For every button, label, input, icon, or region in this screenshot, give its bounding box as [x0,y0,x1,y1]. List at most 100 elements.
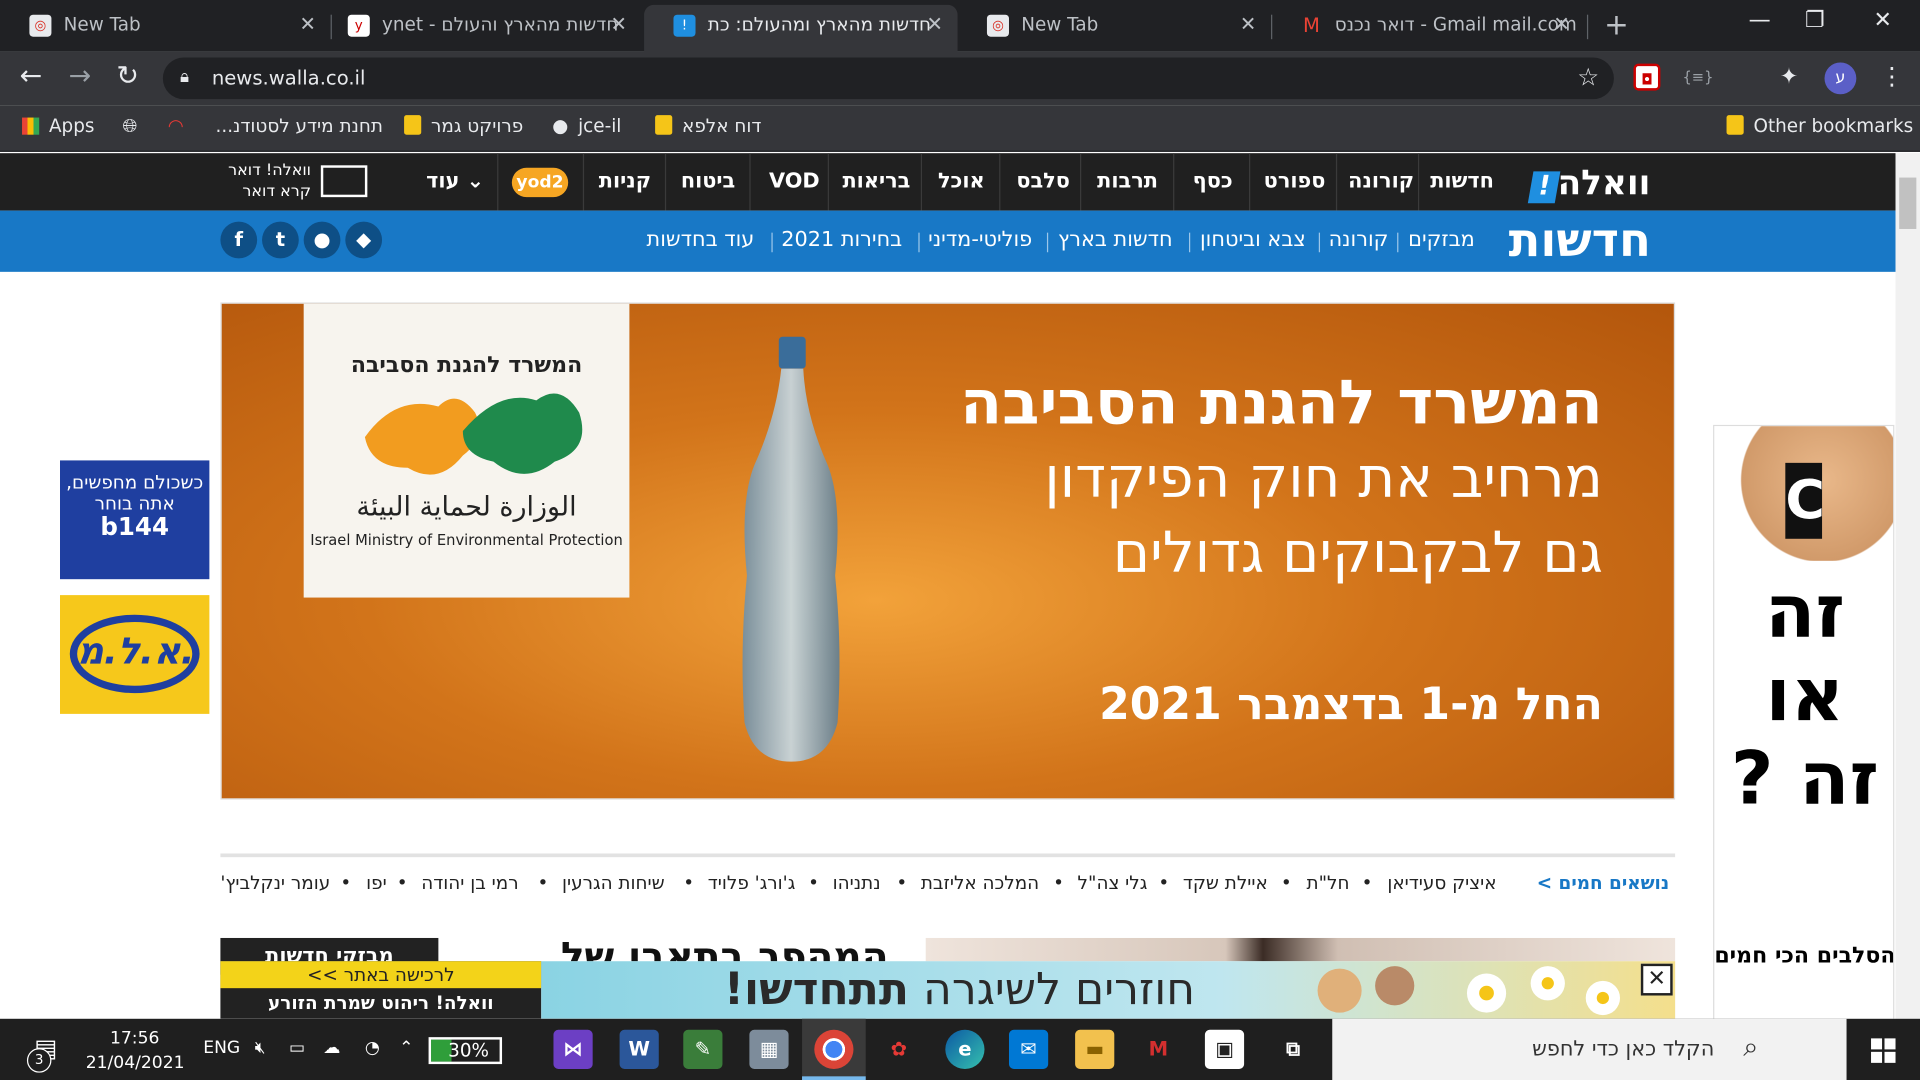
back-arrow-icon[interactable]: ← [20,61,43,92]
profile-avatar[interactable]: ע [1824,62,1857,95]
yod2-logo[interactable]: yod2 [511,167,569,198]
notepad-plus-icon[interactable]: ✎ [683,1029,723,1069]
task-view-icon[interactable]: ⧉ [1273,1030,1312,1069]
nav-corona[interactable]: קורונה [1348,169,1414,193]
scrollbar-thumb[interactable] [1899,177,1917,229]
subnav-security[interactable]: צבא וביטחון [1200,228,1306,252]
close-tab-icon[interactable]: ✕ [1240,5,1256,44]
image-viewer-icon[interactable]: ▦ [749,1029,789,1069]
other-bookmarks[interactable]: Other bookmarks [1726,115,1913,137]
apple-icon[interactable]: ● [303,221,341,259]
bookmark-apps[interactable]: Apps [22,115,94,137]
facebook-icon[interactable]: f [220,221,258,259]
windows-start-icon[interactable] [1871,1038,1896,1063]
nav-money[interactable]: כסף [1193,169,1233,193]
section-title[interactable]: חדשות [1509,213,1651,267]
bookmark-lips[interactable]: ◠ [168,115,184,137]
reload-icon[interactable]: ↻ [116,61,139,92]
bottom-sticky-ad[interactable]: לרכישה באתר >> וואלה! ריהוט שמרת הזורע ח… [220,961,1676,1019]
store-icon[interactable]: ▣ [1204,1029,1245,1069]
close-tab-icon[interactable]: ✕ [611,5,627,44]
language-indicator[interactable]: ENG [203,1038,240,1058]
system-clock[interactable]: 17:56 21/04/2021 [86,1026,185,1075]
subnav-corona[interactable]: קורונה [1329,228,1389,252]
bookmark-student-info[interactable]: תחנת מידע לסטודנ... [216,115,383,137]
bookmark-jce-il[interactable]: ● jce-il [552,115,621,137]
hot-topic-item[interactable]: שיחות הגרעין [562,872,665,894]
close-ad-button[interactable]: ✕ [1640,963,1673,996]
subnav-israel-news[interactable]: חדשות בארץ [1058,228,1173,252]
subnav-elections[interactable]: בחירות 2021 [781,228,902,252]
close-tab-icon[interactable]: ✕ [1553,5,1569,44]
bookmark-alpha-report[interactable]: דוח אלפא [655,115,761,137]
edge-icon[interactable]: e [945,1029,985,1069]
bookmark-globe[interactable]: 🌐︎ [122,115,137,137]
battery-small-icon[interactable]: ▭ [289,1038,305,1058]
subnav-politics[interactable]: פוליטי-מדיני [928,228,1032,252]
chevron-up-icon[interactable]: ⌃ [399,1038,413,1058]
tab-walla[interactable]: ! חדשות מהארץ ומהעולם: כת ✕ [644,4,958,52]
hot-topic-item[interactable]: רמי בן יהודה [421,872,518,894]
nav-food[interactable]: אוכל [938,169,985,193]
file-explorer-icon[interactable]: ▬ [1075,1029,1115,1069]
tab-ynet[interactable]: y ynet - חדשות מהארץ והעולם ✕ [331,5,642,52]
hot-topic-item[interactable]: גלי צה"ל [1078,872,1148,894]
walla-logo[interactable]: וואלה! [1526,163,1650,204]
forward-arrow-icon[interactable]: → [69,61,92,92]
nav-insurance[interactable]: ביטוח [681,169,735,193]
hot-topic-item[interactable]: המלכה אליזבת [921,872,1039,894]
chrome-taskbar-icon[interactable] [814,1029,854,1069]
menu-kebab-icon[interactable]: ⋮ [1880,61,1904,90]
nav-shopping[interactable]: קניות [599,169,651,193]
hot-topic-item[interactable]: איילת שקד [1183,872,1268,894]
restore-icon[interactable]: ❐ [1805,7,1825,33]
mail-icon[interactable]: ✉ [1008,1029,1049,1069]
nav-sport[interactable]: ספורט [1264,169,1326,193]
extension-json-icon[interactable]: {≡} [1682,64,1713,91]
hot-topics-title[interactable]: נושאים חמים > [1537,872,1669,894]
hot-topic-item[interactable]: חל"ת [1307,872,1350,894]
nav-vod[interactable]: VOD [769,169,820,193]
b144-ad[interactable]: כשכולם מחפשים, אתה בוחר b144 [60,460,210,580]
hot-topic-item[interactable]: איציק סעידיאן [1387,872,1496,894]
hot-topic-item[interactable]: יפו [366,872,387,894]
nav-culture[interactable]: תרבות [1097,169,1158,193]
subnav-flashes[interactable]: מבזקים [1408,228,1475,252]
tab-new-tab-2[interactable]: ◎ New Tab ✕ [958,5,1271,52]
visual-studio-icon[interactable]: ⋈ [553,1029,593,1069]
furniture-ad-cta[interactable]: לרכישה באתר >> וואלה! ריהוט שמרת הזורע [220,961,542,1019]
hot-topic-item[interactable]: ג'ורג' פלויד [708,872,796,894]
nav-celebs[interactable]: סלבס [1016,169,1070,193]
word-icon[interactable]: W [619,1029,659,1069]
celebs-side-ad[interactable]: C זה או זה ? הסלבים הכי חמים [1713,424,1895,1019]
address-bar[interactable]: 🔒︎ news.walla.co.il ☆ [162,57,1614,100]
cloud-error-icon[interactable]: ☁ [323,1038,340,1058]
subnav-more-news[interactable]: עוד בחדשות [647,228,755,252]
bookmark-final-project[interactable]: פרויקט גמר [404,115,523,137]
tab-gmail[interactable]: M דואר נכנס - Gmail ‏mail.com ✕ [1271,5,1584,52]
walla-mail-link[interactable]: וואלה! דואר קרא דואר [225,160,311,202]
extension-shield-icon[interactable]: ◘ [1633,63,1661,91]
ministry-ad-banner[interactable]: המשרד להגנת הסביבה الوزارة لحماية البيئة… [220,302,1676,800]
mcafee-icon[interactable]: M [1139,1030,1178,1069]
volume-muted-icon[interactable]: 🔇︎ [255,1038,266,1058]
twitter-icon[interactable]: t [262,221,299,259]
hot-topic-item[interactable]: עומר ינקלביץ' [220,872,330,894]
close-tab-icon[interactable]: ✕ [300,5,316,44]
close-window-icon[interactable]: ✕ [1873,7,1891,33]
battery-percentage[interactable]: 30% [428,1037,503,1065]
wifi-icon[interactable]: ◔ [365,1038,380,1058]
nav-more[interactable]: ⌄ עוד [426,169,484,193]
bookmark-star-icon[interactable]: ☆ [1577,62,1599,91]
extensions-puzzle-icon[interactable]: ✦ [1776,64,1803,91]
nav-news[interactable]: חדשות [1430,169,1494,193]
tab-new-tab-1[interactable]: ◎ New Tab ✕ [0,5,331,52]
minimize-icon[interactable]: — [1749,7,1771,33]
close-tab-icon[interactable]: ✕ [926,5,942,44]
envelope-icon[interactable] [320,165,368,198]
nav-health[interactable]: בריאות [842,169,910,193]
hot-topic-item[interactable]: נתניהו [833,872,881,894]
paint-icon[interactable]: ✿ [879,1030,918,1069]
alm-ad[interactable]: א.ל.מ. [60,595,210,714]
new-tab-button[interactable]: + [1604,7,1629,41]
